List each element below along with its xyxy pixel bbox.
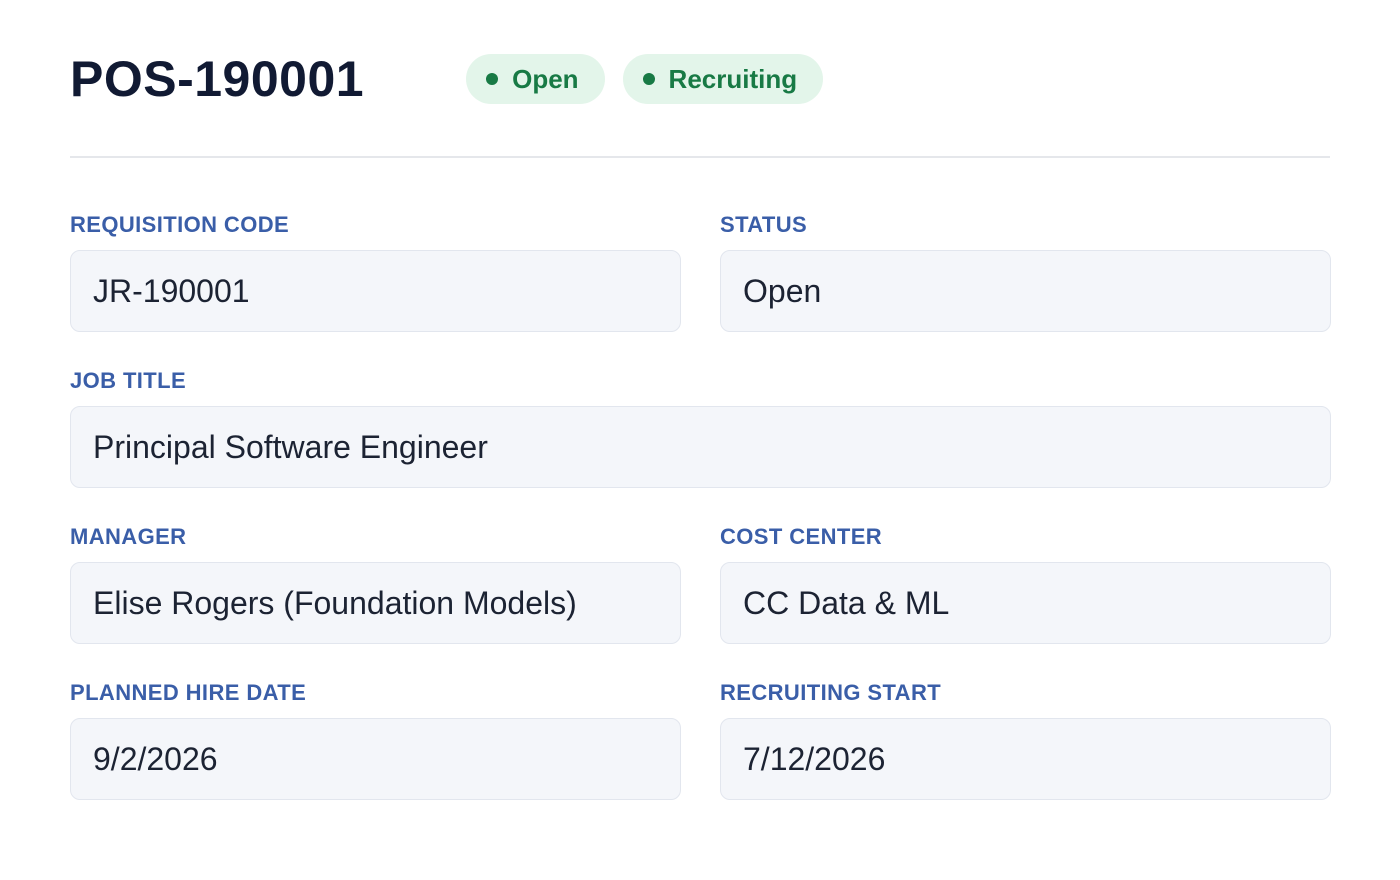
status-label: STATUS — [720, 212, 808, 237]
cost-center-input[interactable]: CC Data & ML — [720, 562, 1331, 644]
status-input[interactable]: Open — [720, 250, 1331, 332]
recruiting-start-label: RECRUITING START — [720, 680, 942, 705]
recruiting-start-input[interactable]: 7/12/2026 — [720, 718, 1331, 800]
dot-icon — [642, 73, 655, 85]
planned-hire-date-input[interactable]: 9/2/2026 — [70, 718, 681, 800]
manager-label: MANAGER — [70, 524, 187, 549]
job-title-input[interactable]: Principal Software Engineer — [70, 406, 1331, 488]
requisition-code-label: REQUISITION CODE — [70, 212, 290, 237]
page-header: POS-190001 Open Recruiting — [70, 0, 1330, 158]
requisition-code-input[interactable]: JR-190001 — [70, 250, 681, 332]
badge-label: Recruiting — [668, 63, 798, 94]
manager-input[interactable]: Elise Rogers (Foundation Models) — [70, 562, 681, 644]
status-badge-open: Open — [466, 54, 605, 104]
status-badges: Open Recruiting — [466, 54, 824, 104]
badge-label: Open — [512, 63, 579, 94]
job-title-label: JOB TITLE — [70, 368, 187, 393]
planned-hire-date-label: PLANNED HIRE DATE — [70, 680, 307, 705]
cost-center-label: COST CENTER — [720, 524, 883, 549]
dot-icon — [486, 73, 499, 85]
position-detail-page: POS-190001 Open Recruiting REQUISITION C… — [0, 0, 1400, 880]
status-badge-recruiting: Recruiting — [622, 54, 824, 104]
page-title: POS-190001 — [70, 51, 365, 107]
